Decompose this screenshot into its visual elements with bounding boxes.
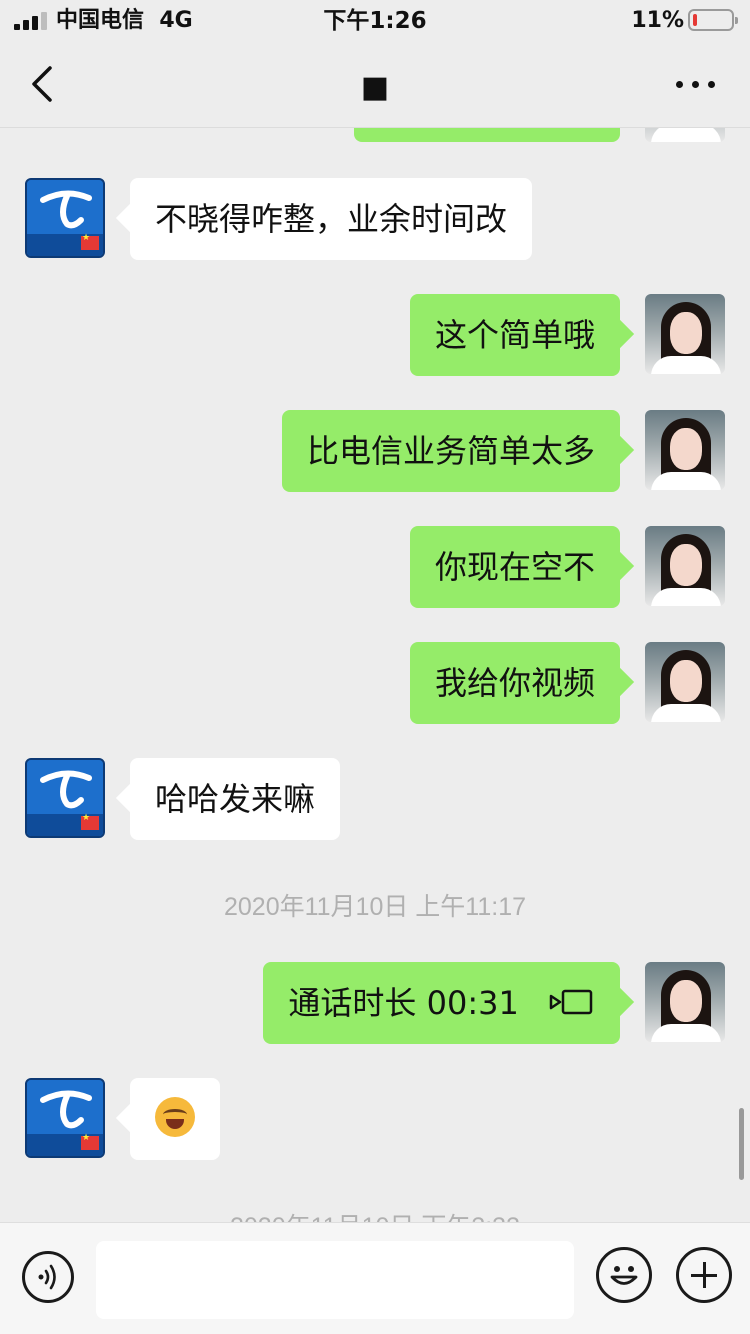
contact-avatar[interactable]	[25, 1078, 105, 1158]
china-telecom-logo-icon	[40, 1090, 92, 1129]
plus-icon[interactable]	[676, 1247, 732, 1303]
message-bubble-sent[interactable]: 你现在空不	[409, 526, 620, 608]
my-avatar[interactable]	[645, 642, 725, 722]
my-avatar[interactable]	[645, 962, 725, 1042]
battery-level-fill	[693, 14, 697, 26]
message-text: 这个简单哦	[434, 316, 595, 354]
my-avatar[interactable]	[645, 410, 725, 490]
voice-input-icon	[38, 1264, 56, 1290]
china-telecom-logo-icon	[40, 190, 92, 229]
message-bubble-sent[interactable]: 我给你视频	[409, 642, 620, 724]
emoji-icon	[610, 1266, 638, 1285]
status-bar: 中国电信 4G 下午1:26 11%	[0, 0, 750, 42]
more-horizontal-icon[interactable]	[672, 66, 720, 102]
message-text: 比电信业务简单太多	[306, 432, 595, 470]
message-bubble-received[interactable]: 哈哈发来嘛	[130, 758, 341, 840]
my-avatar[interactable]	[645, 526, 725, 606]
nav-bar: ■	[0, 42, 750, 128]
message-bubble-sent[interactable]: 比电信业务简单太多	[281, 410, 620, 492]
message-input[interactable]	[96, 1241, 574, 1319]
call-duration-text: 通话时长 00:31	[288, 984, 519, 1022]
chat-title: ■	[360, 70, 390, 105]
battery-icon	[688, 9, 738, 31]
battery-percent: 11%	[631, 8, 684, 33]
voice-input-button[interactable]	[22, 1251, 74, 1303]
laughing-crying-emoji-icon	[155, 1097, 195, 1137]
message-bubble-received[interactable]	[130, 1078, 220, 1160]
contact-avatar[interactable]	[25, 178, 105, 258]
china-telecom-logo-icon	[40, 770, 92, 809]
chat-message-list[interactable]: 不晓得咋整，业余时间改 这个简单哦 比电信业务简单太多 你现在空不 我给你视频 …	[0, 128, 750, 1222]
video-call-record-bubble[interactable]: 通话时长 00:31	[263, 962, 620, 1044]
my-avatar[interactable]	[645, 294, 725, 374]
message-timestamp: 2020年11月10日 下午3:33	[0, 1210, 750, 1222]
message-bubble-received[interactable]: 不晓得咋整，业余时间改	[130, 178, 533, 260]
message-text: 不晓得咋整，业余时间改	[155, 200, 508, 238]
message-text: 哈哈发来嘛	[155, 780, 316, 818]
emoji-button[interactable]	[596, 1247, 652, 1303]
input-bar	[0, 1222, 750, 1334]
message-text: 我给你视频	[434, 664, 595, 702]
video-call-icon	[549, 989, 593, 1015]
message-bubble-sent[interactable]: 这个简单哦	[409, 294, 620, 376]
message-text: 你现在空不	[434, 548, 595, 586]
scrollbar[interactable]	[739, 1108, 744, 1180]
message-bubble-sent[interactable]	[354, 128, 620, 142]
my-avatar[interactable]	[645, 128, 725, 142]
message-timestamp: 2020年11月10日 上午11:17	[223, 893, 527, 921]
contact-avatar[interactable]	[25, 758, 105, 838]
